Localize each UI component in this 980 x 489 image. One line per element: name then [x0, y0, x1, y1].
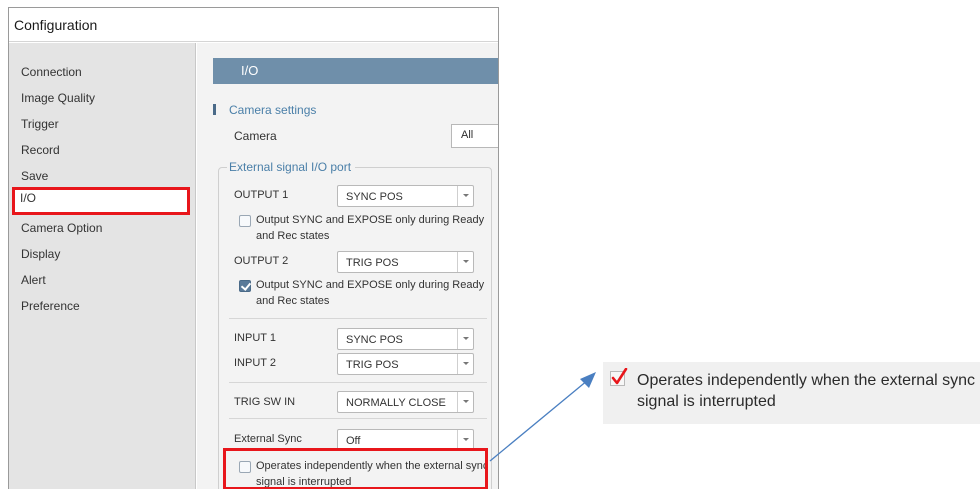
red-checkmark-icon — [610, 368, 628, 386]
callout-text: Operates independently when the external… — [637, 372, 975, 410]
zoomed-callout: Operates independently when the external… — [603, 362, 980, 424]
